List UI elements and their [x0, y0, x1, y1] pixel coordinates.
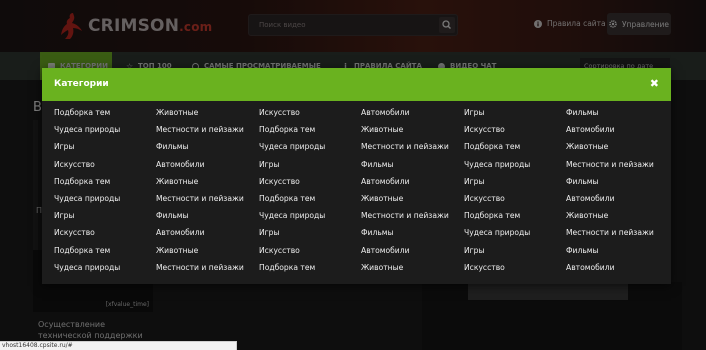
category-link[interactable]: Автомобили [156, 160, 205, 169]
category-link[interactable]: Чудеса природы [54, 125, 120, 134]
category-link[interactable]: Искусство [259, 108, 300, 117]
category-link[interactable]: Местности и пейзажи [361, 142, 449, 151]
category-link[interactable]: Автомобили [156, 228, 205, 237]
category-link[interactable]: Автомобили [566, 263, 615, 272]
category-link[interactable]: Подборка тем [54, 108, 110, 117]
category-link[interactable]: Подборка тем [54, 177, 110, 186]
category-link[interactable]: Чудеса природы [54, 263, 120, 272]
category-link[interactable]: Фильмы [361, 160, 394, 169]
category-link[interactable]: Местности и пейзажи [156, 263, 244, 272]
category-link[interactable]: Подборка тем [464, 142, 520, 151]
category-link[interactable]: Подборка тем [464, 211, 520, 220]
category-link[interactable]: Игры [464, 177, 485, 186]
category-link[interactable]: Автомобили [361, 246, 410, 255]
category-link[interactable]: Искусство [464, 194, 505, 203]
category-link[interactable]: Животные [361, 194, 403, 203]
category-link[interactable]: Чудеса природы [259, 142, 325, 151]
category-link[interactable]: Игры [54, 142, 75, 151]
category-link[interactable]: Местности и пейзажи [361, 211, 449, 220]
category-link[interactable]: Искусство [54, 228, 95, 237]
category-link[interactable]: Автомобили [566, 125, 615, 134]
category-link[interactable]: Чудеса природы [464, 228, 530, 237]
category-link[interactable]: Животные [566, 211, 608, 220]
category-link[interactable]: Игры [464, 246, 485, 255]
category-link[interactable]: Подборка тем [259, 125, 315, 134]
category-link[interactable]: Подборка тем [54, 246, 110, 255]
category-link[interactable]: Фильмы [156, 211, 189, 220]
category-link[interactable]: Животные [566, 142, 608, 151]
category-link[interactable]: Игры [259, 228, 280, 237]
close-icon[interactable]: ✖ [650, 77, 659, 90]
modal-title: Категории [54, 79, 109, 89]
category-link[interactable]: Фильмы [566, 246, 599, 255]
category-link[interactable]: Местности и пейзажи [156, 125, 244, 134]
category-link[interactable]: Игры [54, 211, 75, 220]
category-link[interactable]: Чудеса природы [54, 194, 120, 203]
category-link[interactable]: Игры [464, 108, 485, 117]
category-link[interactable]: Животные [361, 125, 403, 134]
category-link[interactable]: Местности и пейзажи [156, 194, 244, 203]
browser-status-bar: vhost16408.cpsite.ru/# [0, 341, 237, 350]
categories-modal: Категории ✖ Подборка тем Чудеса природы Иг… [42, 68, 671, 284]
category-link[interactable]: Автомобили [361, 177, 410, 186]
category-link[interactable]: Автомобили [566, 194, 615, 203]
category-link[interactable]: Фильмы [361, 228, 394, 237]
modal-header: Категории ✖ [42, 68, 671, 101]
category-link[interactable]: Фильмы [566, 108, 599, 117]
category-link[interactable]: Автомобили [361, 108, 410, 117]
category-link[interactable]: Животные [156, 108, 198, 117]
category-link[interactable]: Чудеса природы [464, 160, 530, 169]
category-link[interactable]: Животные [156, 177, 198, 186]
category-link[interactable]: Животные [361, 263, 403, 272]
category-link[interactable]: Искусство [464, 263, 505, 272]
category-link[interactable]: Фильмы [156, 142, 189, 151]
category-link[interactable]: Игры [259, 160, 280, 169]
category-link[interactable]: Фильмы [566, 177, 599, 186]
category-link[interactable]: Животные [156, 246, 198, 255]
category-link[interactable]: Подборка тем [259, 263, 315, 272]
category-link[interactable]: Искусство [259, 246, 300, 255]
category-link[interactable]: Местности и пейзажи [566, 160, 654, 169]
category-link[interactable]: Искусство [54, 160, 95, 169]
category-link[interactable]: Искусство [464, 125, 505, 134]
category-link[interactable]: Чудеса природы [259, 211, 325, 220]
category-link[interactable]: Местности и пейзажи [566, 228, 654, 237]
category-link[interactable]: Искусство [259, 177, 300, 186]
category-link[interactable]: Подборка тем [259, 194, 315, 203]
